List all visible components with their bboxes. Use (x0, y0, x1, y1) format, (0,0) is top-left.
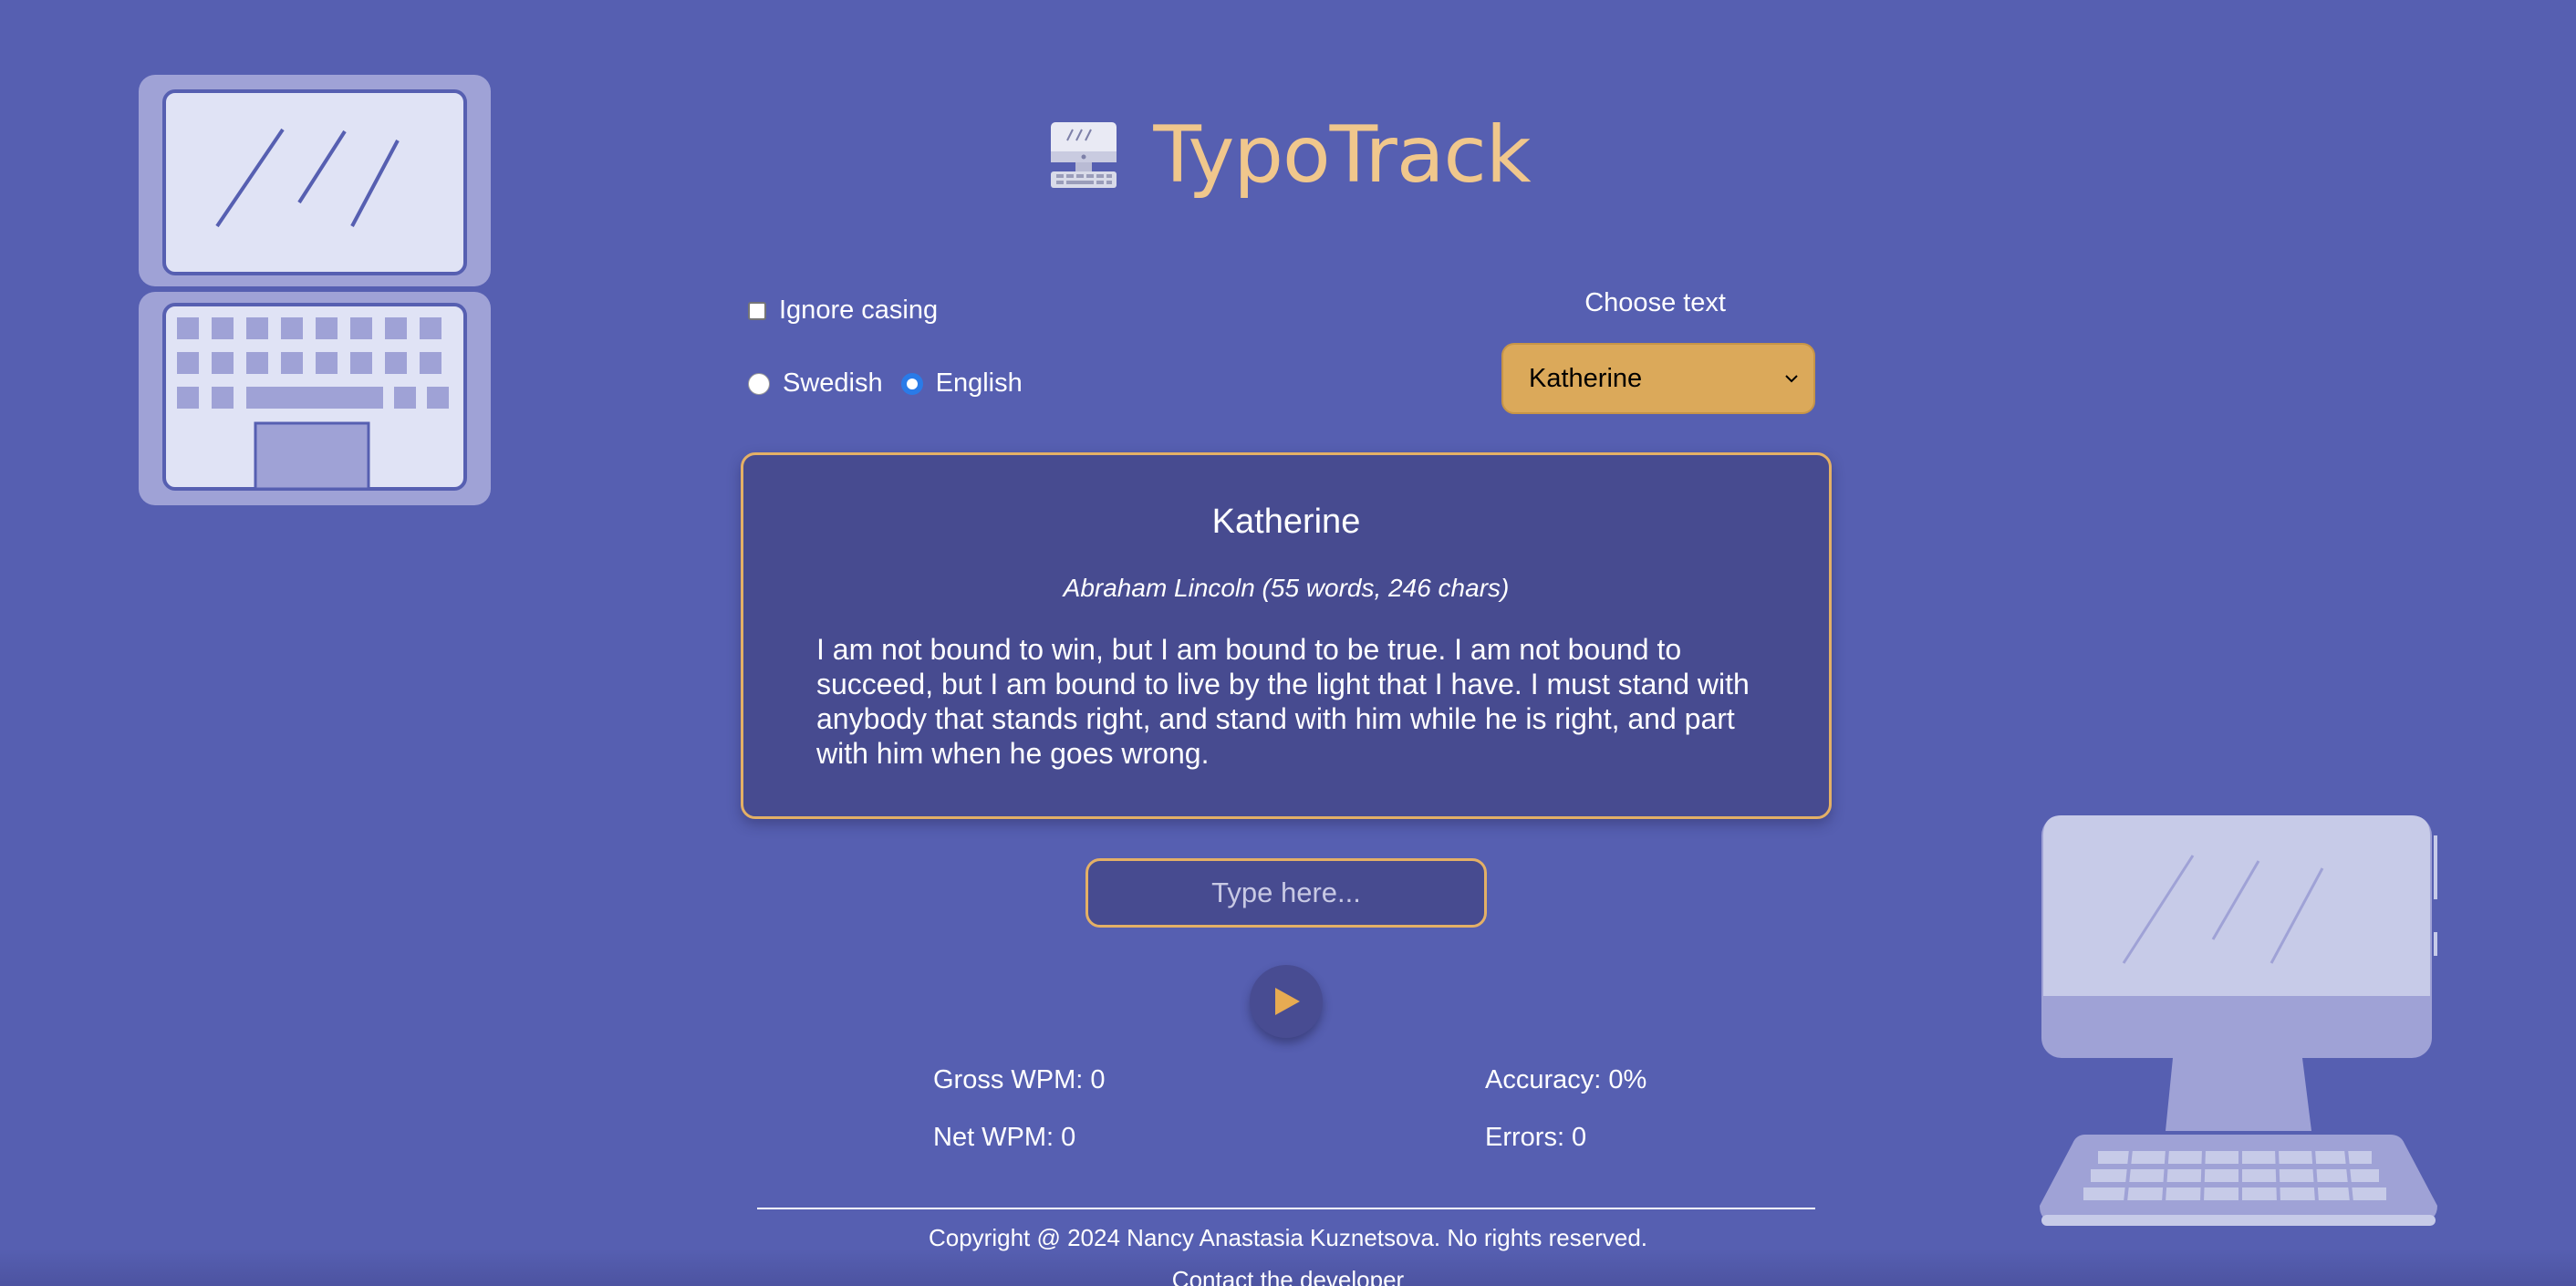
swedish-label: Swedish (783, 368, 883, 398)
desktop-illustration-icon (2040, 815, 2437, 1226)
accuracy-stat: Accuracy: 0% (1485, 1065, 1647, 1094)
swedish-radio[interactable] (748, 372, 770, 395)
play-icon (1275, 988, 1300, 1015)
chevron-down-icon (1785, 375, 1798, 383)
copyright-text: Copyright @ 2024 Nancy Anastasia Kuznets… (928, 1224, 1648, 1251)
gross-wpm-stat: Gross WPM: 0 (933, 1065, 1106, 1094)
contact-developer-link[interactable]: Contact the developer (0, 1266, 2576, 1286)
text-select[interactable]: Katherine (1501, 343, 1815, 414)
ignore-casing-checkbox[interactable] (748, 301, 766, 320)
text-passage: I am not bound to win, but I am bound to… (816, 633, 1750, 770)
text-title: Katherine (1211, 503, 1361, 541)
language-radio-group: Swedish English (748, 368, 1023, 399)
text-card: Katherine Abraham Lincoln (55 words, 246… (741, 452, 1832, 819)
typing-input[interactable] (1085, 858, 1487, 928)
ignore-casing-option[interactable]: Ignore casing (748, 296, 938, 326)
ignore-casing-label: Ignore casing (779, 296, 939, 325)
text-select-value: Katherine (1529, 363, 1643, 393)
settings-panel: Ignore casing Swedish English Choose tex… (746, 288, 1815, 421)
text-meta: Abraham Lincoln (55 words, 246 chars) (1063, 574, 1510, 602)
app-header: TypoTrack (0, 109, 2576, 201)
choose-text-label: Choose text (1584, 288, 1726, 317)
english-label: English (935, 368, 1023, 398)
footer-divider (757, 1208, 1815, 1209)
english-radio[interactable] (900, 372, 923, 395)
start-button[interactable] (1250, 965, 1323, 1038)
desktop-computer-icon (1051, 122, 1117, 188)
net-wpm-stat: Net WPM: 0 (933, 1123, 1076, 1152)
app-title: TypoTrack (1153, 109, 1531, 201)
errors-stat: Errors: 0 (1485, 1123, 1587, 1152)
page: TypoTrack Ignore casing Swedish English … (0, 0, 2576, 1286)
